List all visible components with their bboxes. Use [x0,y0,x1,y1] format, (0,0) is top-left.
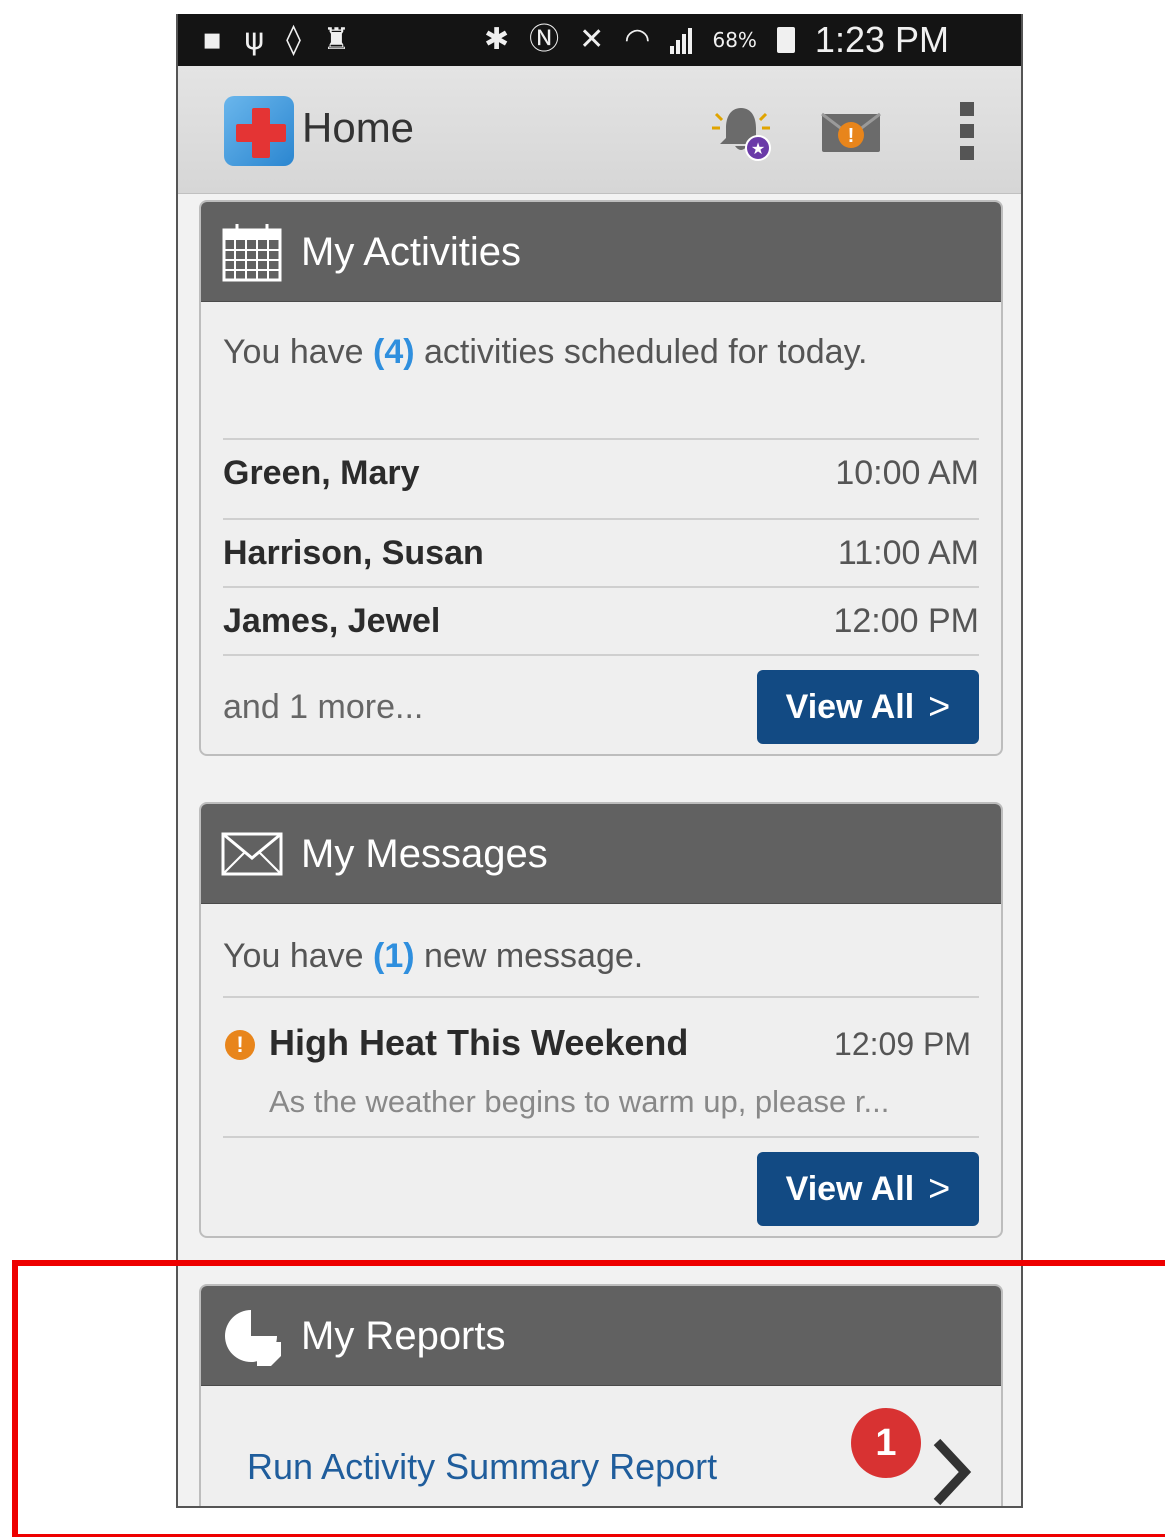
mute-icon: ✕ [579,22,605,57]
phone-screen: ▪ ψ ◊ ♜ ✱ Ⓝ ✕ ◠ 68% 1:23 PM Home ★ ! My … [176,14,1023,1508]
more-activities-text: and 1 more... [223,688,424,726]
signal-icon [670,26,693,54]
overflow-menu-icon[interactable] [952,102,982,164]
activity-name: Green, Mary [223,453,420,492]
activity-row[interactable]: Harrison, Susan 11:00 AM [223,520,979,586]
view-all-label: View All [785,687,915,726]
messages-summary: You have (1) new message. [223,934,971,978]
activity-row[interactable]: James, Jewel 12:00 PM [223,588,979,654]
activity-name: James, Jewel [223,601,441,640]
activities-title: My Activities [301,230,522,274]
message-time: 12:09 PM [834,1026,971,1062]
reports-header: My Reports [201,1286,1001,1386]
activity-time: 12:00 PM [833,601,979,640]
usb-icon: ψ [244,22,265,57]
svg-text:!: ! [848,125,855,147]
message-item[interactable]: ! High Heat This Weekend 12:09 PM As the… [201,998,1001,1138]
messages-title: My Messages [301,832,548,876]
divider [223,1136,979,1138]
activities-count[interactable]: (4) [373,333,415,371]
svg-text:★: ★ [751,139,765,158]
alert-icon: ! [225,1030,255,1060]
notification-badge: 1 [851,1408,921,1478]
page-title: Home [302,104,415,151]
calendar-icon [222,224,282,282]
keyhole-icon: ♜ [322,22,350,57]
chevron-right-icon: > [928,1167,951,1210]
messages-count[interactable]: (1) [373,937,415,975]
status-time: 1:23 PM [814,19,949,60]
action-bar: Home ★ ! [178,66,1021,194]
nfc-icon: Ⓝ [529,22,560,57]
messages-card: My Messages You have (1) new message. ! … [199,802,1003,1238]
battery-icon [776,27,795,53]
activity-time: 10:00 AM [835,453,979,492]
activities-summary-post: activities scheduled for today. [414,333,868,371]
activities-summary-pre: You have [223,333,373,371]
alarm-bell-icon[interactable]: ★ [708,100,774,162]
battery-percent: 68% [712,28,757,52]
wifi-icon: ◠ [624,22,651,57]
messages-summary-pre: You have [223,937,373,975]
run-report-link[interactable]: Run Activity Summary Report [247,1446,717,1488]
chevron-right-icon[interactable] [927,1434,977,1508]
messages-summary-post: new message. [414,937,644,975]
pie-chart-icon [225,1310,281,1366]
app-logo-icon[interactable] [224,96,294,166]
activities-summary: You have (4) activities scheduled for to… [223,330,971,374]
messages-header: My Messages [201,804,1001,904]
activity-name: Harrison, Susan [223,533,484,572]
envelope-icon [221,832,283,876]
activities-card: My Activities You have (4) activities sc… [199,200,1003,756]
message-preview: As the weather begins to warm up, please… [269,1084,890,1119]
status-bar: ▪ ψ ◊ ♜ ✱ Ⓝ ✕ ◠ 68% 1:23 PM [178,14,1021,66]
activity-row[interactable]: Green, Mary 10:00 AM [223,440,979,506]
activities-header: My Activities [201,202,1001,302]
messages-view-all-button[interactable]: View All > [757,1152,979,1226]
divider [223,654,979,656]
location-icon: ◊ [286,22,301,57]
chevron-right-icon: > [928,685,951,728]
mail-alert-icon[interactable]: ! [820,110,882,156]
view-all-label: View All [785,1169,915,1208]
screenshot-icon: ▪ [202,22,223,57]
reports-card: My Reports Run Activity Summary Report 1 [199,1284,1003,1508]
message-subject: High Heat This Weekend [269,1022,689,1063]
activities-view-all-button[interactable]: View All > [757,670,979,744]
reports-title: My Reports [301,1314,506,1358]
activity-time: 11:00 AM [837,533,979,572]
bluetooth-icon: ✱ [484,22,510,57]
